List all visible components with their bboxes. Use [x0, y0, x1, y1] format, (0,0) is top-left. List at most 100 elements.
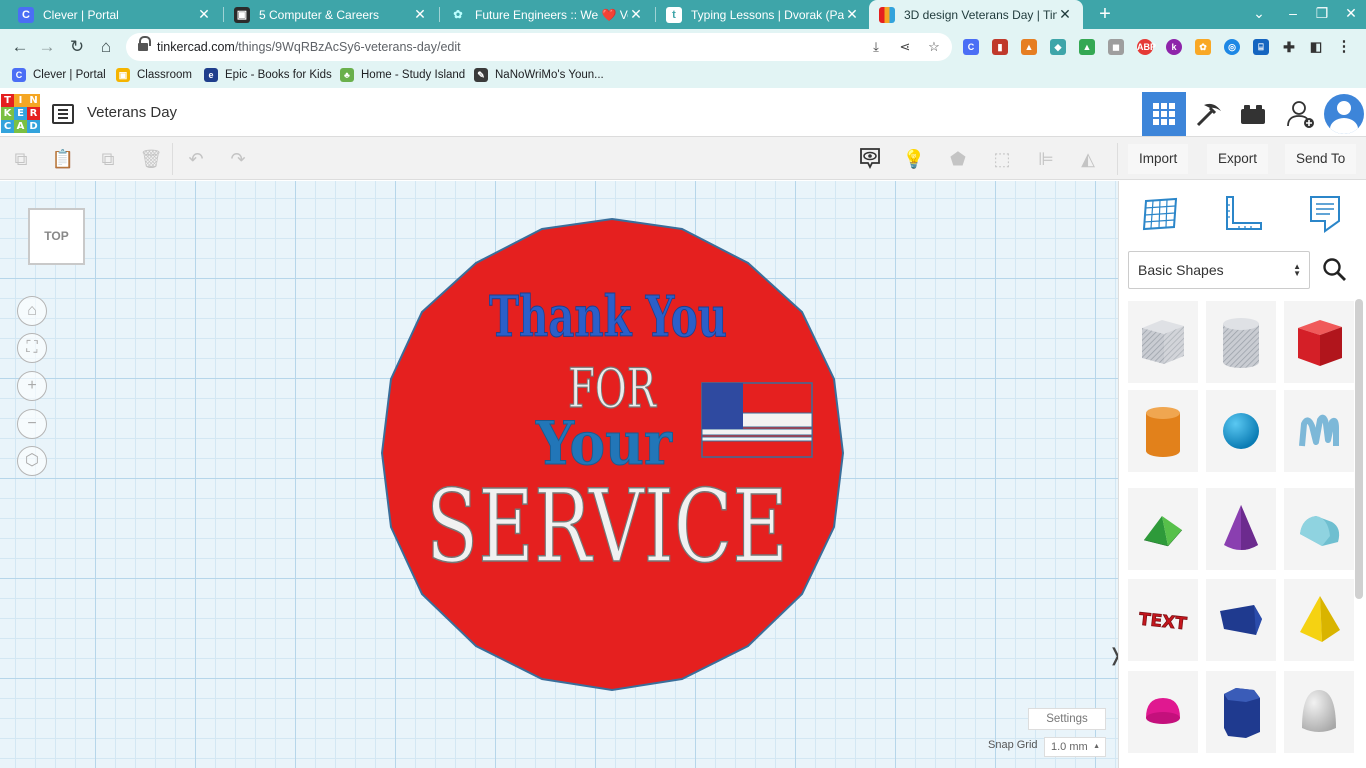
workplane[interactable]: Thank You FOR Your SERVICE TOP ⌂ ⛶ + − ⬡…: [0, 181, 1118, 768]
3d-design-view-button[interactable]: [1142, 92, 1186, 136]
extensions-puzzle-icon[interactable]: ✚: [1281, 39, 1297, 55]
shape-round-roof[interactable]: [1284, 488, 1354, 570]
tab-search-icon[interactable]: ⌄: [1249, 5, 1269, 22]
snap-grid-select[interactable]: 1.0 mm ▲: [1044, 737, 1106, 757]
zoom-in-icon[interactable]: +: [17, 371, 47, 401]
new-tab-button[interactable]: +: [1094, 3, 1116, 25]
diamond-extension-icon[interactable]: ◆: [1050, 39, 1066, 55]
close-tab-icon[interactable]: ✕: [412, 6, 428, 23]
home-view-icon[interactable]: ⌂: [17, 296, 47, 326]
browser-tab-typing[interactable]: t Typing Lessons | Dvorak (Part 1 ✕: [656, 0, 870, 29]
blocks-view-button[interactable]: [1187, 92, 1231, 136]
close-tab-icon[interactable]: ✕: [628, 6, 644, 23]
shape-box[interactable]: [1284, 301, 1354, 383]
zoom-out-icon[interactable]: −: [17, 409, 47, 439]
shape-sphere[interactable]: [1206, 390, 1276, 472]
import-button[interactable]: Import: [1128, 144, 1189, 174]
align-icon[interactable]: ⊫: [1033, 146, 1059, 172]
shape-cone[interactable]: [1206, 488, 1276, 570]
home-icon[interactable]: ⌂: [94, 35, 118, 59]
browser-tab-clever[interactable]: C Clever | Portal ✕: [8, 0, 222, 29]
bookmark-classroom[interactable]: ▣ Classroom: [116, 68, 192, 82]
bookmark-epic[interactable]: e Epic - Books for Kids: [204, 68, 332, 82]
honey-extension-icon[interactable]: ✿: [1195, 39, 1211, 55]
shape-pyramid[interactable]: [1284, 579, 1354, 661]
bookmark-clever[interactable]: C Clever | Portal: [12, 68, 106, 82]
delete-icon[interactable]: 🗑: [138, 146, 164, 172]
panel-scrollbar[interactable]: [1355, 299, 1363, 599]
duplicate-icon[interactable]: ⧉: [95, 146, 121, 172]
back-icon[interactable]: ←: [8, 35, 32, 59]
drive-extension-icon[interactable]: ▲: [1079, 39, 1095, 55]
export-button[interactable]: Export: [1207, 144, 1269, 174]
kami-extension-icon[interactable]: k: [1166, 39, 1182, 55]
tinkercad-logo[interactable]: T I N K E R C A D: [1, 94, 41, 134]
shape-paraboloid[interactable]: [1284, 671, 1354, 753]
design-canvas[interactable]: Thank You FOR Your SERVICE: [0, 181, 1118, 768]
add-collaborator-button[interactable]: [1279, 92, 1323, 136]
screencast-extension-icon[interactable]: ⌸: [1253, 39, 1269, 55]
notes-visibility-icon[interactable]: [857, 146, 883, 172]
paste-icon[interactable]: 📋: [50, 146, 76, 172]
shape-hexagonal-prism[interactable]: [1206, 671, 1276, 753]
side-panel-icon[interactable]: ◧: [1308, 39, 1324, 55]
copy-icon[interactable]: ⧉: [8, 146, 34, 172]
flag-shape[interactable]: [701, 382, 813, 458]
share-icon[interactable]: ⋖: [897, 39, 913, 55]
browser-tab-future-engineers[interactable]: ✿ Future Engineers :: We ❤️ Veterans ✕: [440, 0, 654, 29]
perspective-icon[interactable]: ⬡: [17, 446, 47, 476]
view-cube[interactable]: TOP: [28, 208, 85, 265]
user-avatar[interactable]: [1324, 94, 1364, 134]
design-list-icon[interactable]: [52, 104, 74, 124]
notes-tool-icon[interactable]: [1305, 193, 1345, 233]
lightbulb-icon[interactable]: 💡: [901, 146, 927, 172]
bookmark-star-icon[interactable]: ☆: [926, 39, 942, 55]
forward-icon[interactable]: →: [35, 35, 59, 59]
mirror-icon[interactable]: ◭: [1075, 146, 1101, 172]
bookmark-nanowrimo[interactable]: ✎ NaNoWriMo's Youn...: [474, 68, 604, 82]
reload-icon[interactable]: ↻: [65, 35, 89, 59]
close-tab-icon[interactable]: ✕: [1057, 6, 1073, 23]
shape-cylinder-hole[interactable]: [1206, 301, 1276, 383]
design-text-service[interactable]: SERVICE: [425, 467, 789, 586]
marker-extension-icon[interactable]: ▲: [1021, 39, 1037, 55]
shape-hole-icon[interactable]: ⬚: [989, 146, 1015, 172]
shape-polygon[interactable]: [1206, 579, 1276, 661]
cube-extension-icon[interactable]: ◼: [1108, 39, 1124, 55]
browser-tab-tinkercad[interactable]: 3D design Veterans Day | Tinkercad ✕: [869, 0, 1083, 29]
clever-extension-icon[interactable]: C: [963, 39, 979, 55]
shape-half-sphere[interactable]: [1128, 671, 1198, 753]
undo-icon[interactable]: ↶: [183, 146, 209, 172]
shape-roof[interactable]: [1128, 488, 1198, 570]
minimize-button[interactable]: –: [1283, 5, 1303, 21]
redo-icon[interactable]: ↷: [225, 146, 251, 172]
send-to-button[interactable]: Send To: [1285, 144, 1357, 174]
close-tab-icon[interactable]: ✕: [196, 6, 212, 23]
shape-text[interactable]: TEXT: [1128, 579, 1198, 661]
fit-view-icon[interactable]: ⛶: [17, 333, 47, 363]
shape-solid-icon[interactable]: ⬟: [945, 146, 971, 172]
shield-extension-icon[interactable]: ◎: [1224, 39, 1240, 55]
ruler-tool-icon[interactable]: [1223, 193, 1263, 233]
shape-box-hole[interactable]: [1128, 301, 1198, 383]
shape-scribble[interactable]: [1284, 390, 1354, 472]
design-text-thank-you[interactable]: Thank You: [489, 284, 728, 351]
adblock-extension-icon[interactable]: ABP: [1137, 39, 1156, 55]
bookmark-study-island[interactable]: ♣ Home - Study Island: [340, 68, 465, 82]
book-extension-icon[interactable]: ▮: [992, 39, 1008, 55]
settings-button[interactable]: Settings: [1028, 708, 1106, 730]
workplane-tool-icon[interactable]: [1140, 193, 1180, 233]
bricks-view-button[interactable]: [1231, 92, 1275, 136]
browser-tab-classroom[interactable]: ▣ 5 Computer & Careers ✕: [224, 0, 438, 29]
install-icon[interactable]: ⤓: [868, 39, 884, 55]
shape-cylinder[interactable]: [1128, 390, 1198, 472]
menu-kebab-icon[interactable]: ⋮: [1336, 39, 1352, 55]
close-window-button[interactable]: ✕: [1341, 5, 1361, 22]
close-tab-icon[interactable]: ✕: [844, 6, 860, 23]
collapse-panel-icon[interactable]: ❭: [1108, 641, 1118, 669]
address-bar[interactable]: tinkercad.com/things/9WqRBzAcSy6-veteran…: [126, 33, 952, 61]
restore-button[interactable]: ❐: [1312, 5, 1332, 22]
search-icon[interactable]: [1322, 257, 1348, 283]
shape-library-select[interactable]: Basic Shapes ▲ ▼: [1128, 251, 1310, 289]
design-title[interactable]: Veterans Day: [87, 104, 177, 121]
